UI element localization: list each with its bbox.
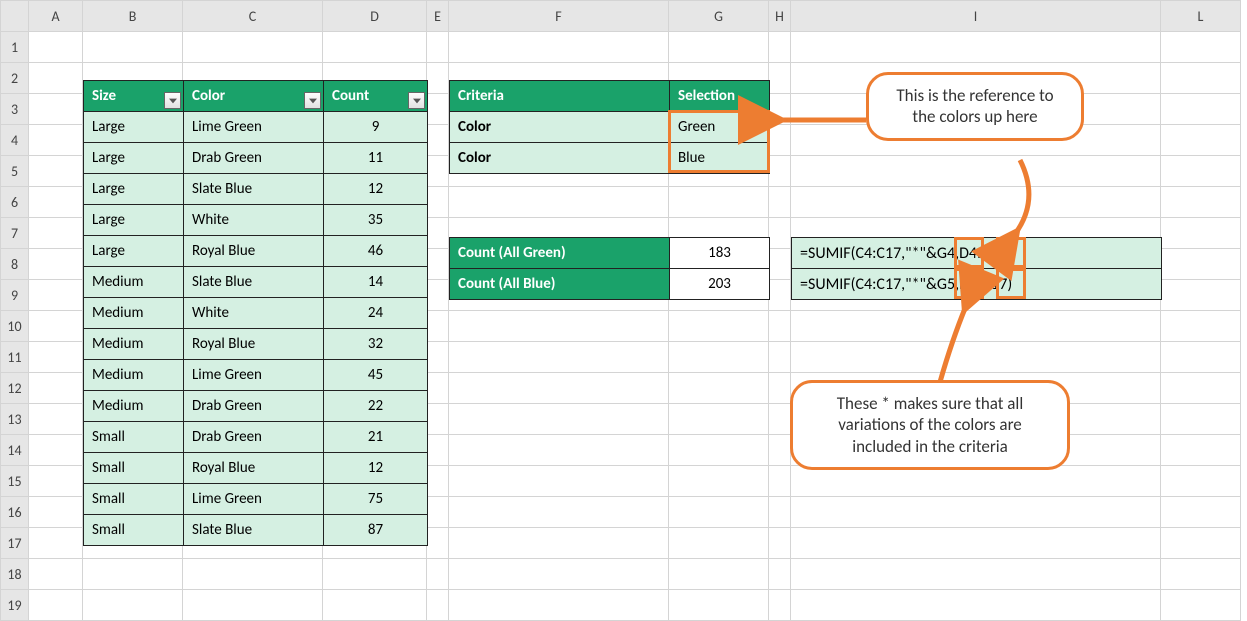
callout-reference: This is the reference to the colors up h… [866, 72, 1084, 141]
select-all-corner[interactable] [1, 1, 29, 32]
value-count-blue[interactable]: 203 [670, 269, 770, 300]
cell[interactable]: Drab Green [184, 143, 324, 174]
row-header[interactable]: 14 [1, 435, 29, 466]
header-selection[interactable]: Selection [670, 81, 770, 112]
cell[interactable]: Medium [84, 298, 184, 329]
cell[interactable]: 12 [324, 453, 428, 484]
cell[interactable]: 12 [324, 174, 428, 205]
cell[interactable]: Lime Green [184, 112, 324, 143]
col-header-H[interactable]: H [769, 1, 791, 32]
row-header[interactable]: 12 [1, 373, 29, 404]
cell[interactable]: Color [450, 112, 670, 143]
cell[interactable]: Color [450, 143, 670, 174]
cell[interactable]: Slate Blue [184, 515, 324, 546]
col-header-F[interactable]: F [449, 1, 669, 32]
cell[interactable]: Lime Green [184, 484, 324, 515]
cell[interactable]: Royal Blue [184, 453, 324, 484]
cell[interactable]: Slate Blue [184, 267, 324, 298]
header-criteria[interactable]: Criteria [450, 81, 670, 112]
cell[interactable]: 24 [324, 298, 428, 329]
cell[interactable]: Drab Green [184, 422, 324, 453]
row-header[interactable]: 4 [1, 125, 29, 156]
cell[interactable]: White [184, 298, 324, 329]
cell[interactable]: Small [84, 422, 184, 453]
callout-wildcard: These * makes sure that all variations o… [790, 380, 1070, 470]
row-header[interactable]: 6 [1, 187, 29, 218]
filter-dropdown-color[interactable] [304, 92, 321, 109]
cell[interactable]: Royal Blue [184, 236, 324, 267]
row-header[interactable]: 11 [1, 342, 29, 373]
filter-dropdown-size[interactable] [164, 92, 181, 109]
col-header-E[interactable]: E [427, 1, 449, 32]
row-header[interactable]: 3 [1, 94, 29, 125]
cell[interactable]: 11 [324, 143, 428, 174]
cell[interactable]: Medium [84, 329, 184, 360]
row-header[interactable]: 7 [1, 218, 29, 249]
data-table[interactable]: Size Color Count LargeLime Green9 LargeD… [83, 80, 428, 546]
cell[interactable]: 87 [324, 515, 428, 546]
row-header[interactable]: 8 [1, 249, 29, 280]
col-header-G[interactable]: G [669, 1, 769, 32]
cell[interactable]: 45 [324, 360, 428, 391]
cell[interactable]: Large [84, 205, 184, 236]
row-header[interactable]: 13 [1, 404, 29, 435]
cell[interactable]: Large [84, 112, 184, 143]
row-header[interactable]: 15 [1, 466, 29, 497]
cell[interactable]: Slate Blue [184, 174, 324, 205]
filter-dropdown-count[interactable] [408, 92, 425, 109]
col-header-B[interactable]: B [83, 1, 183, 32]
cell[interactable]: 32 [324, 329, 428, 360]
row-header[interactable]: 16 [1, 497, 29, 528]
cell[interactable]: Small [84, 453, 184, 484]
criteria-table[interactable]: Criteria Selection ColorGreen ColorBlue [449, 80, 770, 174]
row-header[interactable]: 9 [1, 280, 29, 311]
col-header-D[interactable]: D [323, 1, 427, 32]
cell-selection-green[interactable]: Green [670, 112, 770, 143]
formula-blue[interactable]: =SUMIF(C4:C17,"*"&G5,D4:D17) [792, 269, 1162, 300]
header-color[interactable]: Color [184, 81, 324, 112]
col-header-A[interactable]: A [29, 1, 83, 32]
col-header-I[interactable]: I [791, 1, 1161, 32]
cell[interactable]: Large [84, 236, 184, 267]
cell[interactable]: Medium [84, 267, 184, 298]
formula-green[interactable]: =SUMIF(C4:C17,"*"&G4,D4:D17) [792, 238, 1162, 269]
label-count-blue[interactable]: Count (All Blue) [450, 269, 670, 300]
label-count-green[interactable]: Count (All Green) [450, 238, 670, 269]
cell[interactable]: 9 [324, 112, 428, 143]
cell[interactable]: 46 [324, 236, 428, 267]
row-header[interactable]: 5 [1, 156, 29, 187]
cell[interactable]: 22 [324, 391, 428, 422]
row-header[interactable]: 19 [1, 590, 29, 621]
cell[interactable]: Large [84, 174, 184, 205]
cell[interactable]: Medium [84, 360, 184, 391]
row-header[interactable]: 18 [1, 559, 29, 590]
cell-selection-blue[interactable]: Blue [670, 143, 770, 174]
cell[interactable]: 75 [324, 484, 428, 515]
cell[interactable]: Medium [84, 391, 184, 422]
value-count-green[interactable]: 183 [670, 238, 770, 269]
cell[interactable]: White [184, 205, 324, 236]
row-header[interactable]: 2 [1, 63, 29, 94]
cell[interactable]: Large [84, 143, 184, 174]
cell[interactable]: 21 [324, 422, 428, 453]
formula-table[interactable]: =SUMIF(C4:C17,"*"&G4,D4:D17) =SUMIF(C4:C… [791, 237, 1162, 300]
cell[interactable]: Small [84, 484, 184, 515]
cell[interactable]: Drab Green [184, 391, 324, 422]
cell[interactable]: 35 [324, 205, 428, 236]
row-header[interactable]: 1 [1, 32, 29, 63]
col-header-C[interactable]: C [183, 1, 323, 32]
cell[interactable]: Lime Green [184, 360, 324, 391]
row-header[interactable]: 17 [1, 528, 29, 559]
col-header-L[interactable]: L [1161, 1, 1241, 32]
cell[interactable]: 14 [324, 267, 428, 298]
cell[interactable]: Small [84, 515, 184, 546]
row-header[interactable]: 10 [1, 311, 29, 342]
cell[interactable]: Royal Blue [184, 329, 324, 360]
totals-table[interactable]: Count (All Green) 183 Count (All Blue) 2… [449, 237, 770, 300]
